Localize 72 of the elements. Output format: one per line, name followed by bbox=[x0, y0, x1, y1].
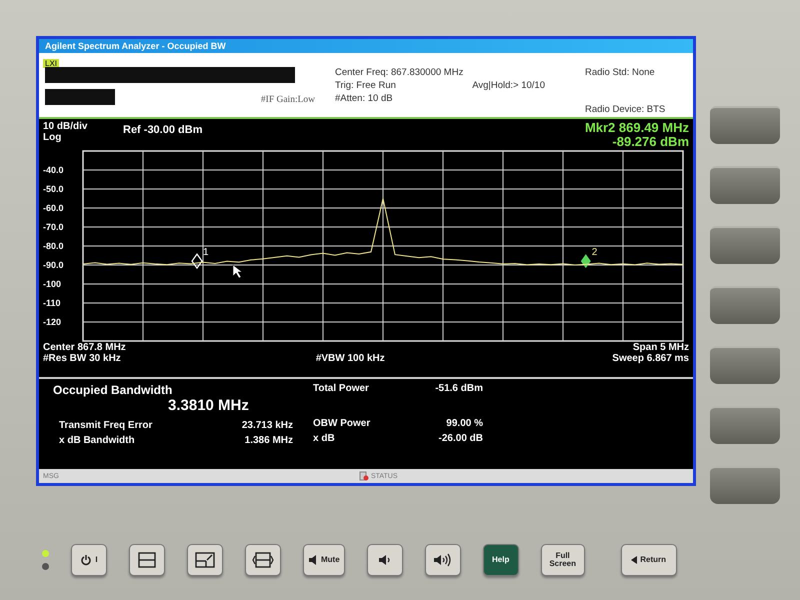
panel-button[interactable]: Help bbox=[482, 544, 519, 576]
attenuation-label: #Atten: 10 dB bbox=[335, 93, 394, 104]
volume-down-icon bbox=[378, 554, 392, 566]
window-expand-icon bbox=[252, 552, 274, 568]
window-zoom-icon bbox=[195, 552, 215, 568]
status-icon bbox=[358, 471, 369, 481]
y-axis-label: -50.0 bbox=[43, 184, 64, 194]
y-axis-label: -80.0 bbox=[43, 240, 64, 251]
marker-number: 2 bbox=[592, 246, 598, 258]
window-layout-button[interactable] bbox=[129, 544, 165, 576]
result-label: Transmit Freq Error bbox=[59, 420, 152, 431]
result-label: x dB bbox=[313, 433, 335, 444]
span-label: Span 5 MHz bbox=[632, 342, 689, 353]
power-button[interactable]: I bbox=[71, 544, 107, 576]
volume-down-button[interactable] bbox=[366, 544, 403, 576]
sweep-time-label: Sweep 6.867 ms bbox=[612, 352, 689, 364]
split-window-icon bbox=[138, 552, 156, 568]
softkey-button[interactable] bbox=[710, 166, 780, 204]
result-value: -51.6 dBm bbox=[435, 383, 483, 394]
panel-button[interactable]: Full Screen bbox=[540, 544, 585, 576]
mouse-pointer-icon bbox=[232, 264, 242, 278]
result-value: 23.713 kHz bbox=[242, 420, 293, 431]
softkey-button[interactable] bbox=[710, 106, 780, 144]
softkey-button[interactable] bbox=[710, 346, 780, 384]
y-axis-label: -60.0 bbox=[43, 202, 64, 213]
softkey-button[interactable] bbox=[710, 226, 780, 264]
result-label: x dB Bandwidth bbox=[59, 435, 135, 446]
result-label: Total Power bbox=[313, 383, 369, 394]
redaction-bar bbox=[45, 89, 115, 105]
y-axis-label: -40.0 bbox=[43, 164, 64, 175]
window-title: Agilent Spectrum Analyzer - Occupied BW bbox=[39, 39, 693, 53]
y-axis-label: -100 bbox=[43, 278, 62, 289]
standby-led-icon bbox=[42, 563, 49, 570]
resolution-bandwidth-label: #Res BW 30 kHz bbox=[43, 352, 122, 364]
mute-button[interactable]: Mute bbox=[303, 544, 345, 576]
video-bandwidth-label: #VBW 100 kHz bbox=[316, 352, 385, 364]
return-button[interactable]: Return bbox=[620, 544, 677, 576]
scale-label: 10 dB/div bbox=[43, 121, 88, 132]
if-gain-label: #IF Gain:Low bbox=[260, 95, 315, 105]
lxi-badge: LXI bbox=[43, 59, 60, 68]
y-axis-label: -120 bbox=[43, 316, 62, 327]
window-layout-button[interactable] bbox=[187, 544, 223, 576]
speaker-icon bbox=[308, 555, 318, 565]
reference-level-label: Ref -30.00 dBm bbox=[123, 123, 202, 136]
softkey-button[interactable] bbox=[710, 406, 780, 444]
y-axis-label: -110 bbox=[43, 298, 61, 308]
result-value: 99.00 % bbox=[446, 418, 483, 429]
center-freq-label: Center Freq: 867.830000 MHz bbox=[335, 67, 464, 78]
softkey-button[interactable] bbox=[710, 466, 780, 504]
y-axis-label: -90.0 bbox=[43, 260, 64, 270]
volume-up-button[interactable] bbox=[424, 544, 461, 576]
occupied-bandwidth-value: 3.3810 MHz bbox=[168, 397, 250, 414]
radio-std-label: Radio Std: None bbox=[585, 67, 656, 78]
power-led-icon bbox=[42, 550, 49, 557]
softkey-button[interactable] bbox=[710, 286, 780, 324]
marker-number: 1 bbox=[203, 246, 209, 258]
window-layout-button[interactable] bbox=[245, 544, 281, 576]
power-icon bbox=[80, 554, 92, 566]
trigger-label: Trig: Free Run bbox=[335, 80, 396, 91]
center-frequency-label: Center 867.8 MHz bbox=[43, 342, 126, 353]
result-value: -26.00 dB bbox=[438, 433, 483, 444]
marker-frequency-readout: Mkr2 869.49 MHz bbox=[584, 121, 689, 136]
measurement-title: Occupied Bandwidth bbox=[53, 383, 174, 397]
result-value: 1.386 MHz bbox=[244, 435, 293, 446]
scale-mode-label: Log bbox=[43, 132, 62, 143]
y-axis-label: -70.0 bbox=[43, 222, 64, 232]
marker-amplitude-readout: -89.276 dBm bbox=[612, 135, 689, 150]
volume-up-icon bbox=[432, 553, 453, 567]
left-triangle-icon bbox=[631, 556, 638, 564]
radio-device-label: Radio Device: BTS bbox=[585, 104, 666, 115]
avg-hold-label: Avg|Hold:> 10/10 bbox=[472, 80, 545, 91]
result-label: OBW Power bbox=[313, 418, 370, 429]
